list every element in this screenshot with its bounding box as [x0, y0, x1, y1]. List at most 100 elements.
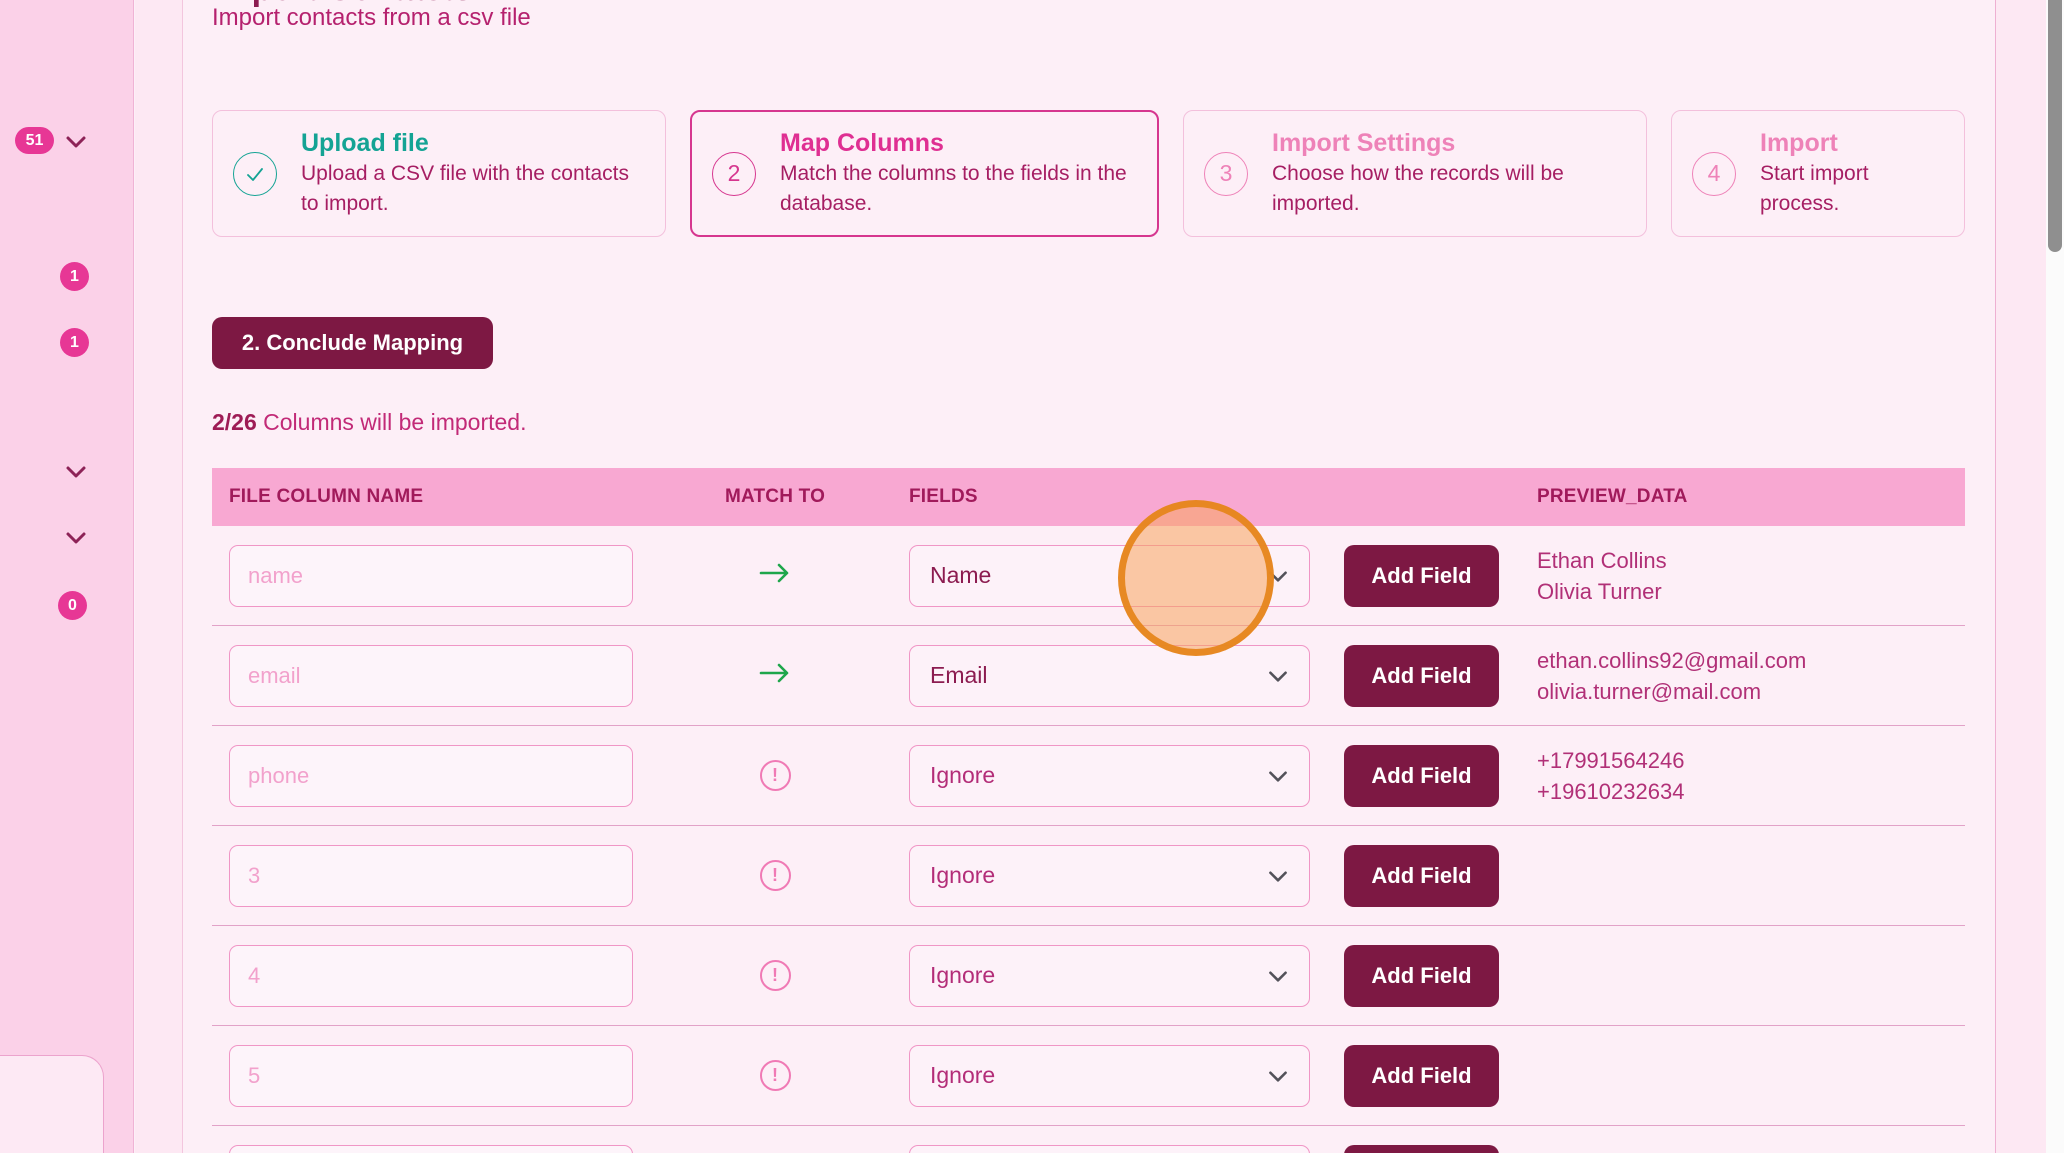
field-select[interactable]: Ignore: [909, 845, 1310, 907]
match-warning-icon: !: [760, 1060, 791, 1091]
chevron-down-icon[interactable]: [64, 526, 88, 550]
sidebar-item-badge: 1: [60, 262, 89, 291]
step-description: Choose how the records will be imported.: [1272, 159, 1626, 219]
column-name-input[interactable]: [229, 645, 633, 707]
check-icon: [233, 152, 277, 196]
chevron-down-icon[interactable]: [64, 130, 88, 154]
step-import-settings[interactable]: 3 Import Settings Choose how the records…: [1183, 110, 1647, 237]
field-select[interactable]: Name: [909, 545, 1310, 607]
step-text: Import Settings Choose how the records w…: [1272, 128, 1626, 219]
add-field-button[interactable]: Add Field: [1344, 1045, 1499, 1107]
preview-line: olivia.turner@mail.com: [1537, 676, 1965, 707]
step-map-columns[interactable]: 2 Map Columns Match the columns to the f…: [690, 110, 1159, 237]
preview-line: +19610232634: [1537, 776, 1965, 807]
column-mapping-table: FILE COLUMN NAME MATCH TO FIELDS PREVIEW…: [212, 468, 1965, 1153]
step-number-icon: 2: [712, 152, 756, 196]
add-field-button[interactable]: Add Field: [1344, 545, 1499, 607]
sidebar: 51 1 1 0: [0, 0, 134, 1153]
add-field-button[interactable]: Add Field: [1344, 645, 1499, 707]
step-text: Upload file Upload a CSV file with the c…: [301, 128, 645, 219]
table-row: ! Email Add Field ethan.collins92@gmail.…: [212, 626, 1965, 726]
field-select-value: Ignore: [930, 762, 995, 789]
table-header-row: FILE COLUMN NAME MATCH TO FIELDS PREVIEW…: [212, 468, 1965, 526]
field-select-value: Name: [930, 562, 991, 589]
step-title: Map Columns: [780, 128, 1137, 158]
field-select[interactable]: Ignore: [909, 1045, 1310, 1107]
match-warning-icon: !: [760, 960, 791, 991]
field-select[interactable]: Ignore: [909, 945, 1310, 1007]
match-cell: !: [650, 960, 900, 991]
sidebar-item-badge: 0: [58, 591, 87, 620]
column-name-input[interactable]: [229, 845, 633, 907]
step-number-icon: 3: [1204, 152, 1248, 196]
chevron-down-icon: [1265, 763, 1291, 789]
preview-line: Ethan Collins: [1537, 545, 1965, 576]
table-row-partial: [212, 1126, 1965, 1153]
preview-line: Olivia Turner: [1537, 576, 1965, 607]
match-arrow-icon: [758, 561, 792, 590]
match-cell: !: [650, 760, 900, 791]
match-warning-icon: !: [760, 760, 791, 791]
table-row: ! Ignore Add Field: [212, 826, 1965, 926]
table-row: ! Ignore Add Field: [212, 1026, 1965, 1126]
field-select[interactable]: Email: [909, 645, 1310, 707]
preview-cell: +17991564246+19610232634: [1512, 745, 1965, 807]
preview-cell: Ethan CollinsOlivia Turner: [1512, 545, 1965, 607]
step-title: Upload file: [301, 128, 645, 158]
conclude-mapping-button[interactable]: 2. Conclude Mapping: [212, 317, 493, 369]
table-row: ! Ignore Add Field: [212, 926, 1965, 1026]
step-number-icon: 4: [1692, 152, 1736, 196]
field-select[interactable]: Ignore: [909, 745, 1310, 807]
columns-count-label: Columns will be imported.: [257, 409, 527, 435]
page-subtitle: Import contacts from a csv file: [212, 4, 531, 32]
step-import[interactable]: 4 Import Start import process.: [1671, 110, 1965, 237]
header-fields: FIELDS: [900, 486, 1344, 508]
match-cell: !: [650, 561, 900, 590]
columns-count: 2/26: [212, 409, 257, 435]
scrollbar[interactable]: [2046, 0, 2064, 1153]
chevron-down-icon[interactable]: [64, 460, 88, 484]
add-field-button[interactable]: Add Field: [1344, 745, 1499, 807]
main-content: Import Contacts Import contacts from a c…: [183, 0, 1995, 1153]
chevron-down-icon: [1265, 1063, 1291, 1089]
header-match-to: MATCH TO: [650, 486, 900, 508]
sidebar-bottom-panel: [0, 1055, 104, 1153]
column-name-input[interactable]: [229, 745, 633, 807]
column-name-input[interactable]: [229, 1145, 633, 1153]
add-field-button[interactable]: [1344, 1145, 1499, 1153]
preview-cell: ethan.collins92@gmail.comolivia.turner@m…: [1512, 645, 1965, 707]
header-preview-data: PREVIEW_DATA: [1512, 486, 1965, 508]
match-cell: !: [650, 860, 900, 891]
wizard-steps: Upload file Upload a CSV file with the c…: [212, 110, 1965, 237]
sidebar-count-badge: 51: [15, 127, 54, 154]
field-select-value: Ignore: [930, 962, 995, 989]
match-cell: !: [650, 1060, 900, 1091]
sidebar-secondary-strip: [135, 0, 183, 1153]
match-arrow-icon: [758, 661, 792, 690]
add-field-button[interactable]: Add Field: [1344, 945, 1499, 1007]
column-name-input[interactable]: [229, 545, 633, 607]
scrollbar-thumb[interactable]: [2048, 0, 2062, 252]
field-select[interactable]: [909, 1145, 1310, 1153]
field-select-value: Ignore: [930, 1062, 995, 1089]
header-file-column-name: FILE COLUMN NAME: [212, 486, 650, 508]
match-cell: !: [650, 661, 900, 690]
import-wizard-page: 51 1 1 0 Import Contacts Import contacts…: [0, 0, 2064, 1153]
column-name-input[interactable]: [229, 945, 633, 1007]
match-warning-icon: !: [760, 860, 791, 891]
step-upload-file[interactable]: Upload file Upload a CSV file with the c…: [212, 110, 666, 237]
step-description: Match the columns to the fields in the d…: [780, 159, 1137, 219]
step-description: Start import process.: [1760, 159, 1944, 219]
table-row: ! Ignore Add Field +17991564246+19610232…: [212, 726, 1965, 826]
preview-line: ethan.collins92@gmail.com: [1537, 645, 1965, 676]
chevron-down-icon: [1265, 963, 1291, 989]
add-field-button[interactable]: Add Field: [1344, 845, 1499, 907]
chevron-down-icon: [1265, 863, 1291, 889]
column-name-input[interactable]: [229, 1045, 633, 1107]
preview-line: +17991564246: [1537, 745, 1965, 776]
step-title: Import: [1760, 128, 1944, 158]
table-body: ! Name Add Field Ethan CollinsOlivia Tur…: [212, 526, 1965, 1126]
chevron-down-icon: [1265, 563, 1291, 589]
right-edge-strip: [1995, 0, 2046, 1153]
sidebar-item-badge: 1: [60, 328, 89, 357]
